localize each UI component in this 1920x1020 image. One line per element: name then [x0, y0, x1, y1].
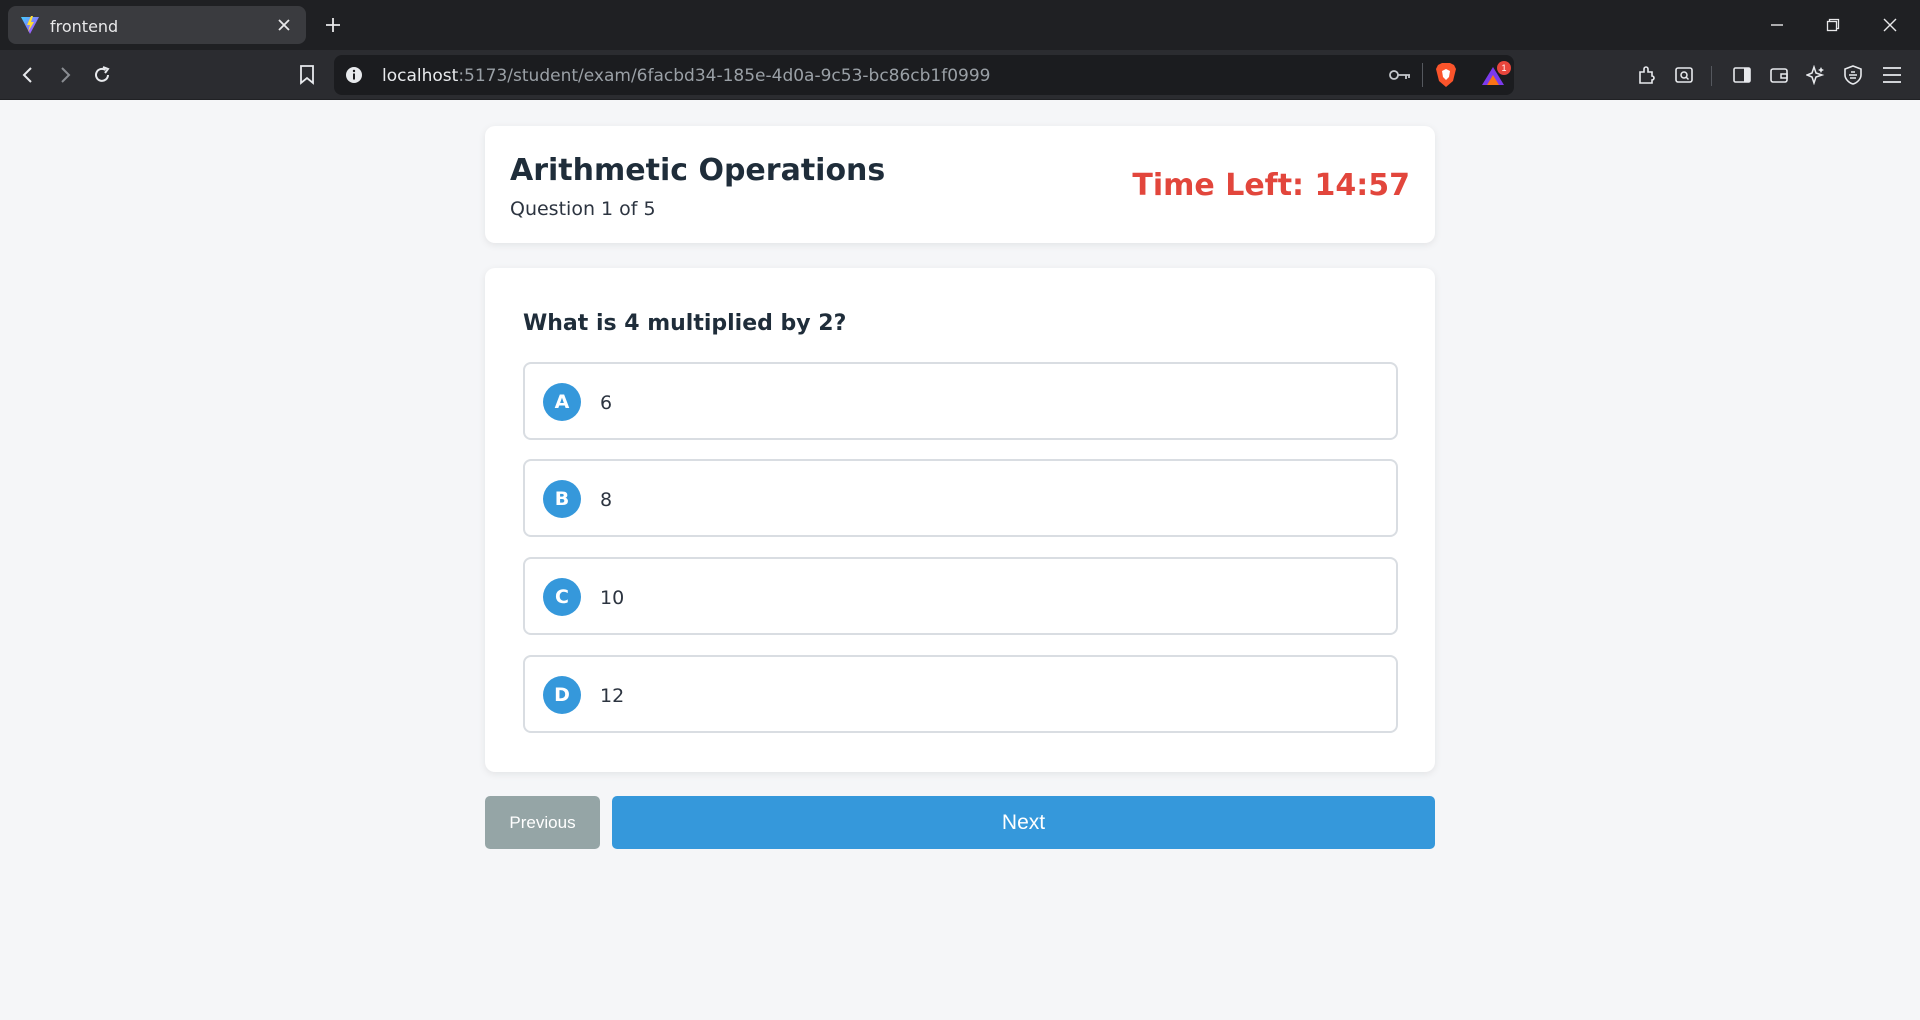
answer-option-d[interactable]: D 12	[523, 655, 1398, 733]
exam-header-card: Arithmetic Operations Question 1 of 5 Ti…	[485, 126, 1435, 243]
answer-option-a[interactable]: A 6	[523, 362, 1398, 440]
question-text: What is 4 multiplied by 2?	[523, 311, 847, 336]
option-letter-badge: A	[543, 383, 581, 421]
close-window-icon[interactable]	[1875, 10, 1905, 40]
url-path: :5173/student/exam/6facbd34-185e-4d0a-9c…	[458, 66, 991, 86]
vite-logo-icon	[21, 16, 39, 34]
forward-icon[interactable]	[50, 60, 80, 90]
option-letter-badge: C	[543, 578, 581, 616]
url-host: localhost	[382, 66, 459, 86]
exam-title: Arithmetic Operations	[510, 153, 886, 188]
browser-tab[interactable]: frontend	[8, 6, 306, 44]
option-letter-badge: B	[543, 480, 581, 518]
toolbar-divider	[1711, 66, 1712, 86]
url-text[interactable]: localhost:5173/student/exam/6facbd34-185…	[382, 66, 991, 86]
site-info-icon[interactable]	[344, 65, 364, 85]
address-bar[interactable]: localhost:5173/student/exam/6facbd34-185…	[334, 55, 1514, 95]
question-card: What is 4 multiplied by 2? A 6 B 8 C 10 …	[485, 268, 1435, 772]
option-text: 6	[600, 392, 613, 414]
back-icon[interactable]	[13, 60, 43, 90]
leo-ai-icon[interactable]	[1801, 60, 1831, 90]
wallet-icon[interactable]	[1764, 60, 1794, 90]
brave-rewards-button[interactable]: 1	[1478, 61, 1512, 89]
answer-option-c[interactable]: C 10	[523, 557, 1398, 635]
vpn-shield-icon[interactable]	[1838, 60, 1868, 90]
close-tab-icon[interactable]	[272, 13, 296, 37]
next-button[interactable]: Next	[612, 796, 1435, 849]
reload-icon[interactable]	[87, 60, 117, 90]
browser-toolbar: localhost:5173/student/exam/6facbd34-185…	[0, 50, 1920, 100]
bookmark-icon[interactable]	[292, 60, 322, 90]
menu-icon[interactable]	[1877, 60, 1907, 90]
browser-tab-bar: frontend	[0, 0, 1920, 50]
tab-title: frontend	[50, 17, 119, 36]
rewards-badge: 1	[1497, 61, 1511, 75]
exam-timer: Time Left: 14:57	[1132, 168, 1410, 203]
exam-page: Arithmetic Operations Question 1 of 5 Ti…	[0, 101, 1920, 1020]
brave-shields-icon[interactable]	[1434, 62, 1458, 88]
page-search-icon[interactable]	[1669, 60, 1699, 90]
new-tab-icon[interactable]	[320, 12, 346, 38]
extensions-icon[interactable]	[1632, 60, 1662, 90]
password-key-icon[interactable]	[1388, 65, 1412, 85]
answer-option-b[interactable]: B 8	[523, 459, 1398, 537]
option-text: 12	[600, 685, 625, 707]
option-text: 8	[600, 489, 613, 511]
option-letter-badge: D	[543, 676, 581, 714]
option-text: 10	[600, 587, 625, 609]
question-progress: Question 1 of 5	[510, 198, 656, 220]
previous-button[interactable]: Previous	[485, 796, 600, 849]
address-bar-divider	[1422, 63, 1423, 87]
sidebar-icon[interactable]	[1727, 60, 1757, 90]
restore-icon[interactable]	[1818, 10, 1848, 40]
minimize-icon[interactable]	[1762, 10, 1792, 40]
